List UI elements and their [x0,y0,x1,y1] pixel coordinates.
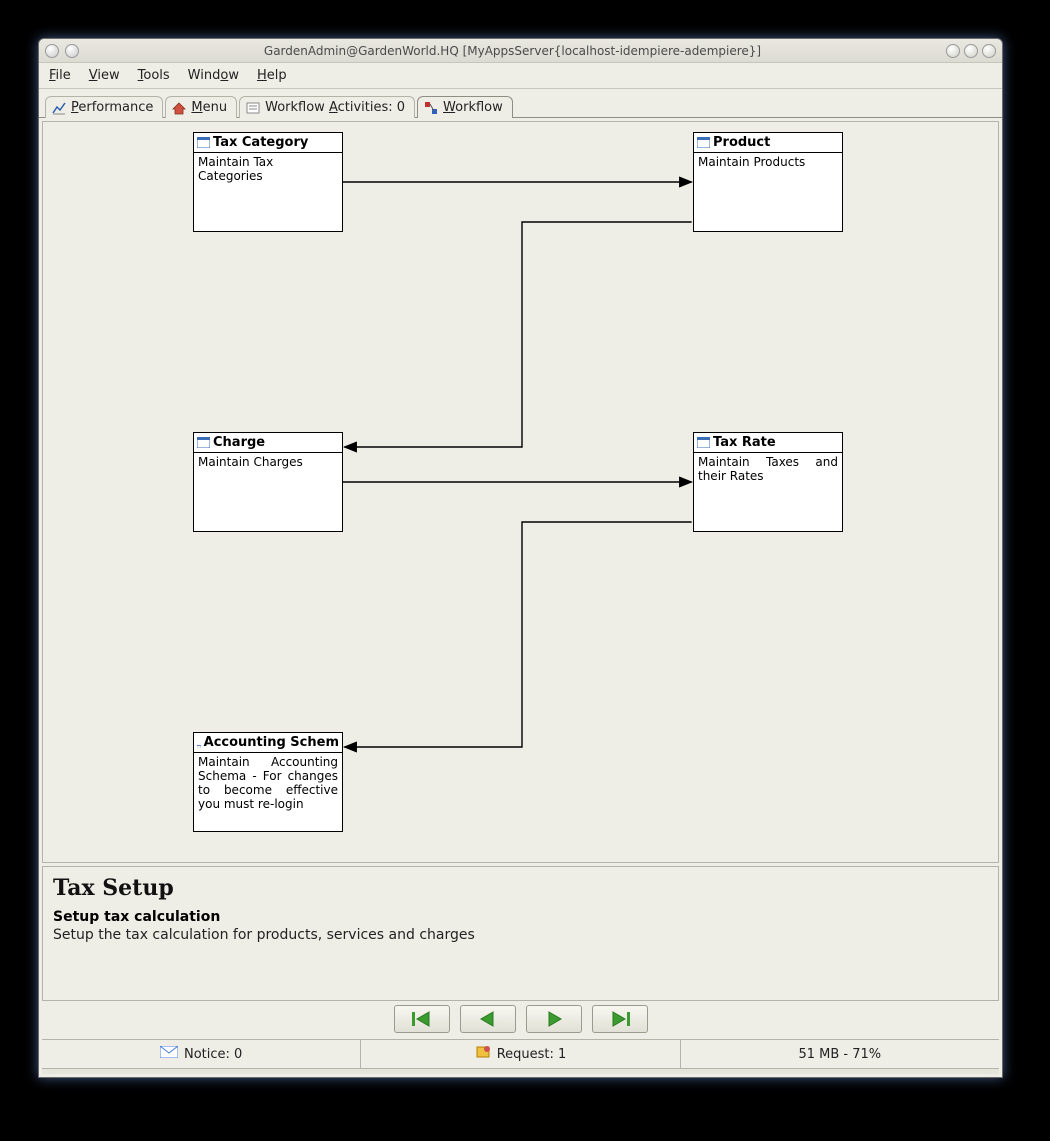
status-request-text: Request: 1 [497,1047,567,1062]
node-desc: Maintain Products [694,153,842,208]
window-icon [197,137,210,148]
tab-workflow[interactable]: Workflow [417,96,513,118]
window-menu-icon[interactable] [45,44,59,58]
chart-icon [52,101,66,115]
info-subheading: Setup tax calculation [53,909,988,925]
status-bar: Notice: 0 Request: 1 51 MB - 71% [42,1039,999,1068]
menu-tools[interactable]: Tools [138,68,170,83]
window-title: GardenAdmin@GardenWorld.HQ [MyAppsServer… [79,44,946,58]
node-title: Tax Rate [713,435,776,450]
menu-file[interactable]: File [49,68,71,83]
last-button[interactable] [592,1005,648,1033]
node-title: Accounting Schem [204,735,339,750]
workflow-info-panel: Tax Setup Setup tax calculation Setup th… [42,866,999,1001]
titlebar: GardenAdmin@GardenWorld.HQ [MyAppsServer… [39,39,1002,63]
window-icon [197,737,201,748]
first-icon [411,1011,433,1027]
status-memory: 51 MB - 71% [681,1040,999,1068]
workflow-node-product[interactable]: Product Maintain Products [693,132,843,232]
arrow-right-icon [543,1011,565,1027]
application-window: GardenAdmin@GardenWorld.HQ [MyAppsServer… [38,38,1003,1078]
info-heading: Tax Setup [53,875,988,901]
tab-performance[interactable]: Performance [45,96,163,118]
workflow-node-charge[interactable]: Charge Maintain Charges [193,432,343,532]
resize-grip [42,1068,999,1074]
tab-menu[interactable]: Menu [165,96,237,118]
list-icon [246,101,260,115]
close-button[interactable] [982,44,996,58]
tab-workflow-activities[interactable]: Workflow Activities: 0 [239,96,415,118]
tab-label: Workflow [443,100,503,115]
tabbar: Performance Menu Workflow Activities: 0 … [39,89,1002,117]
workflow-icon [424,101,438,115]
node-desc: Maintain Taxes and their Rates [694,453,842,508]
content-area: Tax Category Maintain Tax Categories Pro… [39,117,1002,1077]
menubar: File View Tools Window Help [39,63,1002,89]
arrow-left-icon [477,1011,499,1027]
workflow-canvas[interactable]: Tax Category Maintain Tax Categories Pro… [42,121,999,863]
request-icon [475,1045,491,1063]
window-icon [697,437,710,448]
tab-label: Performance [71,100,153,115]
menu-view[interactable]: View [89,68,120,83]
workflow-node-tax-rate[interactable]: Tax Rate Maintain Taxes and their Rates [693,432,843,532]
home-icon [172,101,186,115]
status-notice-text: Notice: 0 [184,1047,242,1062]
maximize-button[interactable] [964,44,978,58]
workflow-node-accounting-schema[interactable]: Accounting Schem Maintain Accounting Sch… [193,732,343,832]
previous-button[interactable] [460,1005,516,1033]
last-icon [609,1011,631,1027]
next-button[interactable] [526,1005,582,1033]
window-sticky-icon[interactable] [65,44,79,58]
first-button[interactable] [394,1005,450,1033]
node-desc: Maintain Charges [194,453,342,508]
node-desc: Maintain Tax Categories [194,153,342,208]
info-description: Setup the tax calculation for products, … [53,927,988,943]
workflow-node-tax-category[interactable]: Tax Category Maintain Tax Categories [193,132,343,232]
window-icon [697,137,710,148]
mail-icon [160,1046,178,1062]
menu-help[interactable]: Help [257,68,287,83]
node-title: Charge [213,435,265,450]
tab-label: Menu [191,100,227,115]
status-request[interactable]: Request: 1 [361,1040,680,1068]
workflow-connectors [43,122,998,862]
minimize-button[interactable] [946,44,960,58]
menu-window[interactable]: Window [188,68,239,83]
status-notice[interactable]: Notice: 0 [42,1040,361,1068]
status-memory-text: 51 MB - 71% [798,1047,881,1062]
node-desc: Maintain Accounting Schema - For changes… [194,753,342,813]
node-title: Product [713,135,770,150]
tab-label: Workflow Activities: 0 [265,100,405,115]
navigation-toolbar [42,1001,999,1039]
window-icon [197,437,210,448]
node-title: Tax Category [213,135,308,150]
